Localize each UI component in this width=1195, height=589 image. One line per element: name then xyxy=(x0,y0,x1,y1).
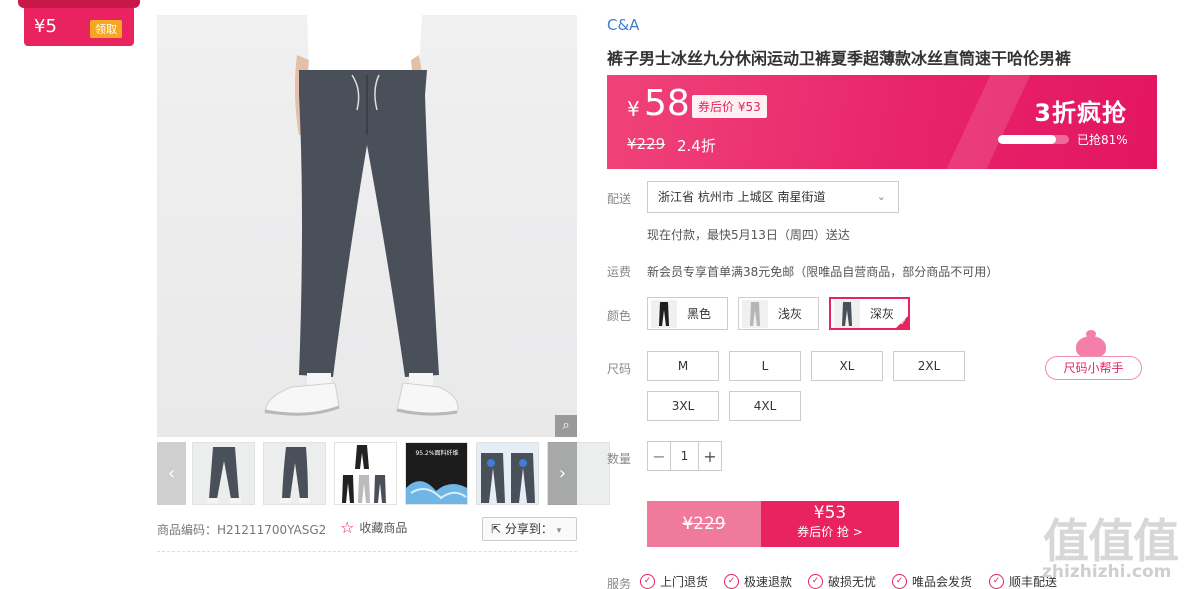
favorite-label: 收藏商品 xyxy=(359,521,408,535)
magnifier-icon[interactable]: ⌕ xyxy=(555,415,577,437)
shipping-address-select[interactable]: 浙江省 杭州市 上城区 南星街道 ⌄ xyxy=(647,181,899,213)
color-swatch-light-gray xyxy=(742,299,768,328)
sold-progress-bar xyxy=(998,135,1069,144)
size-option-m[interactable]: M xyxy=(647,351,719,381)
pants-model-illustration xyxy=(264,15,459,416)
size-option-xl[interactable]: XL xyxy=(811,351,883,381)
buy-action-label: 券后价 抢 > xyxy=(797,525,863,539)
watermark-url: zhizhizhi.com xyxy=(1042,562,1172,582)
thumbnail-1[interactable] xyxy=(192,442,255,505)
shipping-address: 浙江省 杭州市 上城区 南星街道 xyxy=(658,190,826,204)
color-option-black[interactable]: 黑色 xyxy=(647,297,728,330)
claim-coupon-button[interactable]: 领取 xyxy=(90,20,122,38)
after-coupon-tag: 券后价 ¥53 xyxy=(692,95,767,118)
main-product-image[interactable]: ⌕ xyxy=(157,15,577,437)
quantity-input[interactable]: 1 xyxy=(670,442,699,470)
check-circle-icon: ✓ xyxy=(640,574,655,589)
size-option-2xl[interactable]: 2XL xyxy=(893,351,965,381)
mascot-icon xyxy=(1076,330,1106,358)
color-label: 颜色 xyxy=(607,309,632,323)
sold-progress-text: 已抢81% xyxy=(1077,133,1128,147)
current-price: 58 xyxy=(644,83,690,124)
shipping-label: 配送 xyxy=(607,192,632,206)
favorite-button[interactable]: ☆ 收藏商品 xyxy=(340,518,407,537)
coupon-badge[interactable]: ¥5 领取 xyxy=(18,0,140,46)
service-label: 服务 xyxy=(607,577,632,589)
share-icon: ⇱ xyxy=(491,522,502,536)
freight-info: 新会员专享首单满38元免邮（限唯品自营商品，部分商品不可用） xyxy=(647,265,999,279)
freight-label: 运费 xyxy=(607,265,632,279)
check-circle-icon: ✓ xyxy=(989,574,1004,589)
service-item-label: 唯品会发货 xyxy=(912,575,973,589)
check-circle-icon: ✓ xyxy=(892,574,907,589)
thumb-next-arrow[interactable]: › xyxy=(548,442,577,505)
plus-button[interactable]: + xyxy=(699,447,721,466)
quantity-label: 数量 xyxy=(607,452,632,466)
divider xyxy=(157,551,577,552)
size-option-3xl[interactable]: 3XL xyxy=(647,391,719,421)
thumbnail-2[interactable] xyxy=(263,442,326,505)
service-item-label: 上门退货 xyxy=(660,575,709,589)
caret-down-icon: ▾ xyxy=(556,526,562,536)
color-option-label: 黑色 xyxy=(687,307,712,321)
size-option-l[interactable]: L xyxy=(729,351,801,381)
thumb-prev-arrow[interactable]: ‹ xyxy=(157,442,186,505)
check-circle-icon: ✓ xyxy=(724,574,739,589)
discount-rate: 2.4折 xyxy=(677,137,716,155)
color-swatch-dark-gray xyxy=(834,299,860,328)
share-label: 分享到： xyxy=(504,522,553,536)
sku-code: 商品编码：H21211700YASG2 xyxy=(157,523,327,537)
service-item: ✓ 唯品会发货 xyxy=(892,573,972,589)
color-option-label: 深灰 xyxy=(870,307,895,321)
service-item-label: 破损无忧 xyxy=(828,575,877,589)
promo-title: 3折疯抢 xyxy=(1034,99,1127,127)
check-circle-icon: ✓ xyxy=(808,574,823,589)
service-item-label: 极速退款 xyxy=(744,575,793,589)
service-item: ✓ 上门退货 xyxy=(640,573,708,589)
product-title: 裤子男士冰丝九分休闲运动卫裤夏季超薄款冰丝直筒速干哈伦男裤 xyxy=(607,49,1072,68)
chevron-down-icon: ⌄ xyxy=(876,190,886,203)
color-option-dark-gray[interactable]: 深灰 ✓ xyxy=(829,297,910,330)
star-icon: ☆ xyxy=(340,518,355,537)
thumbnail-4-caption: 95.2%面料纤维 xyxy=(415,449,458,457)
size-option-4xl[interactable]: 4XL xyxy=(729,391,801,421)
quantity-stepper[interactable]: − 1 + xyxy=(647,441,722,471)
color-option-light-gray[interactable]: 浅灰 xyxy=(738,297,819,330)
color-swatch-black xyxy=(651,299,677,328)
buy-original-price[interactable]: ¥229 xyxy=(647,501,761,547)
thumbnail-5[interactable] xyxy=(476,442,539,505)
share-dropdown[interactable]: ⇱ 分享到： ▾ xyxy=(482,517,577,541)
service-item: ✓ 破损无忧 xyxy=(808,573,876,589)
currency-symbol: ¥ xyxy=(627,97,640,121)
original-price: ¥229 xyxy=(627,135,666,153)
thumbnail-4[interactable]: 95.2%面料纤维 xyxy=(405,442,468,505)
banner-decoration xyxy=(934,75,1040,169)
buy-now-button[interactable]: ¥53 券后价 抢 > xyxy=(761,501,899,547)
sold-progress-fill xyxy=(998,135,1056,144)
buy-price: ¥53 xyxy=(813,503,847,523)
size-label: 尺码 xyxy=(607,362,632,376)
delivery-eta: 现在付款，最快5月13日（周四）送达 xyxy=(647,228,850,242)
color-option-label: 浅灰 xyxy=(778,307,803,321)
coupon-amount: ¥5 xyxy=(34,16,57,37)
service-item: ✓ 极速退款 xyxy=(724,573,792,589)
brand-link[interactable]: C&A xyxy=(607,16,639,34)
price-banner: ¥ 58 券后价 ¥53 ¥229 2.4折 3折疯抢 已抢81% xyxy=(607,75,1157,169)
thumbnail-3[interactable] xyxy=(334,442,397,505)
check-icon: ✓ xyxy=(899,318,907,328)
size-helper-button[interactable]: 尺码小帮手 xyxy=(1045,356,1142,380)
minus-button[interactable]: − xyxy=(648,447,670,466)
